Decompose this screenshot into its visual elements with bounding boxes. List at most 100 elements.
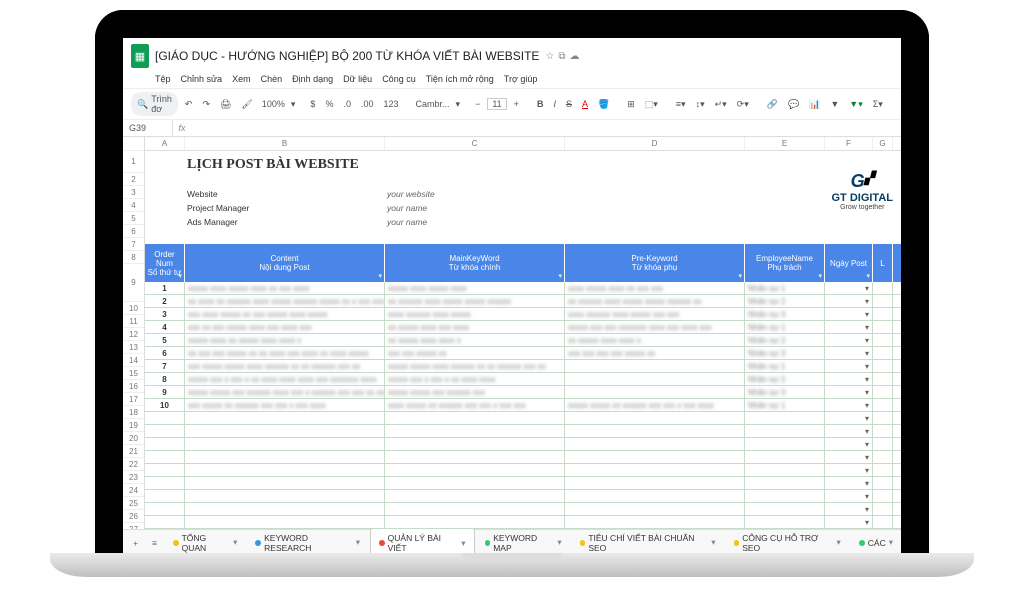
row-header[interactable]: 13 [123,341,144,354]
filter-icon[interactable]: ▾ [178,272,182,280]
row-header[interactable]: 4 [123,199,144,212]
row-header[interactable]: 11 [123,315,144,328]
filter-button[interactable]: ▼ [827,97,842,111]
table-row[interactable]: 10xxx xxxxx xx xxxxxx xxx xxx x xxx xxxx… [145,399,901,412]
row-header[interactable]: 7 [123,238,144,251]
borders-button[interactable]: ⊞ [624,97,638,112]
doc-title[interactable]: [GIÁO DỤC - HƯỚNG NGHIỆP] BỘ 200 TỪ KHÓA… [155,49,539,63]
row-header[interactable]: 15 [123,367,144,380]
table-row[interactable]: ▾ [145,451,901,464]
sheet-tab[interactable]: QUẢN LÝ BÀI VIẾT▾ [370,528,475,555]
italic-button[interactable]: I [550,97,559,111]
col-header[interactable]: E [745,137,825,150]
table-row[interactable]: 4xxx xx xxx xxxxx xxxx xxx xxxx xxxxx xx… [145,321,901,334]
sheet-tab[interactable]: CÔNG CỤ HỖ TRỢ SEO▾ [726,528,849,555]
table-row[interactable]: ▾ [145,464,901,477]
row-header[interactable]: 16 [123,380,144,393]
rotate-button[interactable]: ⟳▾ [734,97,752,112]
sheet-tab[interactable]: TỔNG QUAN▾ [165,528,246,555]
table-row[interactable]: ▾ [145,425,901,438]
row-header[interactable]: 21 [123,445,144,458]
sheets-logo-icon[interactable]: ▦ [131,44,149,68]
filter-icon[interactable]: ▾ [558,272,562,280]
name-box[interactable]: G39 [123,120,173,136]
sheet-tab[interactable]: KEYWORD MAP▾ [477,528,570,555]
table-row[interactable]: 2xx xxxx xx xxxxxx xxxx xxxxx xxxxxx xxx… [145,295,901,308]
strike-button[interactable]: S [563,97,575,111]
col-header[interactable]: D [565,137,745,150]
filter-icon[interactable]: ▾ [378,272,382,280]
table-row[interactable]: 8xxxxx xxx x xxx x xx xxxx xxxx xxxx xxx… [145,373,901,386]
fill-color-button[interactable]: 🪣 [595,97,612,112]
folder-icon[interactable]: ⧉ [558,51,565,62]
table-row[interactable]: ▾ [145,503,901,516]
sheet-tab[interactable]: TIÊU CHÍ VIẾT BÀI CHUẨN SEO▾ [572,528,724,555]
decrease-decimal-button[interactable]: .0 [340,97,354,111]
menu-data[interactable]: Dữ liệu [343,74,372,84]
menu-extensions[interactable]: Tiện ích mở rộng [426,74,494,84]
font-size-input[interactable]: 11 [487,98,506,110]
chart-button[interactable]: 📊 [806,97,823,112]
valign-button[interactable]: ↕▾ [693,97,708,112]
filter-icon[interactable]: ▾ [738,272,742,280]
link-button[interactable]: 🔗 [764,97,781,112]
menu-insert[interactable]: Chèn [261,74,283,84]
table-row[interactable]: 6xx xxx xxx xxxxx xx xx xxxx xxx xxxx xx… [145,347,901,360]
row-header[interactable]: 6 [123,225,144,238]
formula-input[interactable] [191,120,901,136]
row-header[interactable]: 20 [123,432,144,445]
collapse-toolbar-button[interactable]: ⌃ [898,97,912,112]
row-header[interactable]: 25 [123,497,144,510]
table-row[interactable]: ▾ [145,438,901,451]
star-icon[interactable]: ☆ [545,51,554,62]
table-row[interactable]: ▾ [145,516,901,529]
col-header[interactable]: A [145,137,185,150]
table-row[interactable]: 5xxxxx xxxx xx xxxxx xxxx xxxx xxx xxxxx… [145,334,901,347]
filter-icon[interactable]: ▾ [818,272,822,280]
row-header[interactable]: 27 [123,523,144,529]
row-header[interactable]: 23 [123,471,144,484]
row-header[interactable]: 18 [123,406,144,419]
percent-button[interactable]: % [322,97,336,111]
filter-icon[interactable]: ▾ [866,272,870,280]
row-header[interactable]: 5 [123,212,144,225]
table-row[interactable]: ▾ [145,490,901,503]
halign-button[interactable]: ≡▾ [673,97,689,112]
menu-search[interactable]: 🔍 Trình đơ [131,92,178,116]
row-header[interactable]: 3 [123,186,144,199]
table-row[interactable]: ▾ [145,477,901,490]
print-button[interactable]: 🖨 [217,97,234,112]
bold-button[interactable]: B [534,97,547,111]
redo-button[interactable]: ↷ [199,97,213,112]
cloud-icon[interactable]: ☁ [570,51,580,62]
row-header[interactable]: 10 [123,302,144,315]
row-header[interactable]: 26 [123,510,144,523]
zoom-select[interactable]: 100% [260,98,287,110]
size-minus-button[interactable]: − [472,97,483,111]
sheet-tab[interactable]: CÁC▾ [851,528,901,555]
menu-tools[interactable]: Công cụ [382,74,416,84]
menu-view[interactable]: Xem [232,74,251,84]
all-sheets-button[interactable]: ≡ [146,536,163,550]
sheet-tab[interactable]: KEYWORD RESEARCH▾ [247,528,368,555]
table-row[interactable]: 9xxxxx xxxxx xxx xxxxxx xxxx xxx x xxxxx… [145,386,901,399]
table-row[interactable]: 3xxx xxxx xxxxx xx xxx xxxxx xxxx xxxxxx… [145,308,901,321]
row-header[interactable]: 19 [123,419,144,432]
more-formats-button[interactable]: 123 [380,97,401,111]
col-header[interactable]: G [873,137,893,150]
table-row[interactable]: 7xxx xxxxx xxxxx xxxx xxxxxx xx xx xxxxx… [145,360,901,373]
currency-button[interactable]: $ [307,97,318,111]
undo-button[interactable]: ↶ [182,97,196,112]
row-header[interactable]: 2 [123,173,144,186]
merge-button[interactable]: ⬚▾ [642,97,661,112]
functions-button[interactable]: Σ▾ [870,97,886,112]
col-header[interactable]: F [825,137,873,150]
comment-button[interactable]: 💬 [785,97,802,112]
row-header[interactable]: 8 [123,251,144,264]
filter-views-button[interactable]: ▼▾ [846,97,865,112]
size-plus-button[interactable]: + [511,97,522,111]
font-select[interactable]: Cambr... [414,98,452,110]
col-header[interactable]: C [385,137,565,150]
paint-format-button[interactable]: 🖌 [238,97,255,112]
wrap-button[interactable]: ↵▾ [712,97,730,112]
